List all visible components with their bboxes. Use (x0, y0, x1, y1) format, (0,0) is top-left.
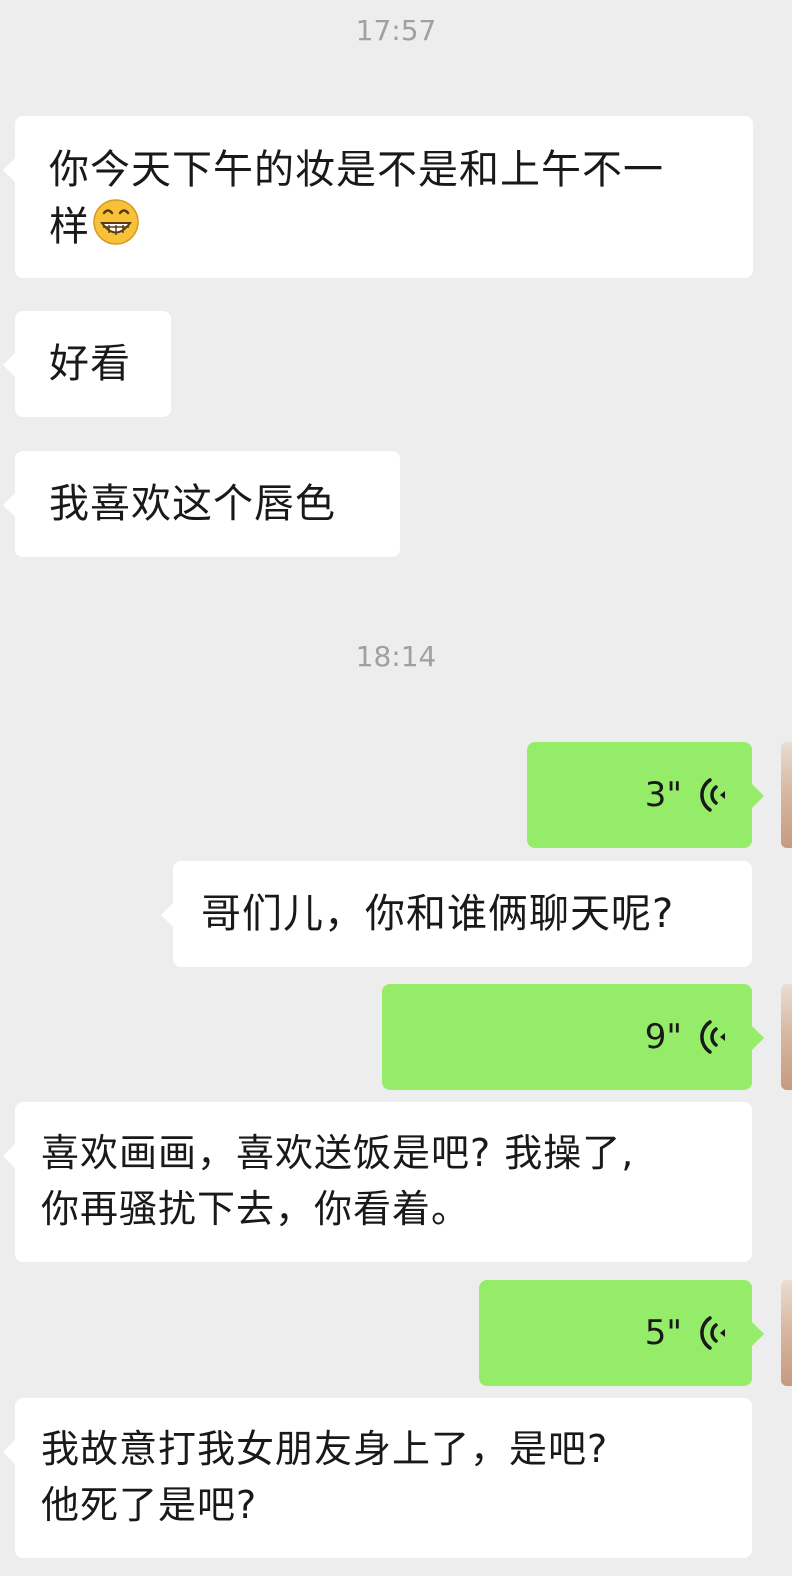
message-text: 好看 (49, 341, 131, 387)
voice-wave-icon (700, 1316, 725, 1350)
voice-duration: 9" (644, 1017, 682, 1057)
message-text: 我喜欢这个唇色 (49, 481, 336, 527)
outgoing-voice-message[interactable]: 5" (479, 1280, 764, 1386)
voice-message-content: 9" (382, 984, 752, 1090)
incoming-message-bubble[interactable]: 哥们儿，你和谁俩聊天呢? (161, 861, 752, 967)
voice-wave-icon (700, 778, 725, 812)
message-text-line: 你再骚扰下去，你看着。 (41, 1187, 471, 1231)
avatar[interactable] (781, 1280, 792, 1386)
voice-duration: 3" (644, 775, 682, 815)
message-text: 哥们儿，你和谁俩聊天呢? (201, 891, 675, 937)
incoming-message-bubble[interactable]: 我故意打我女朋友身上了，是吧? 他死了是吧? (3, 1398, 752, 1558)
incoming-message-bubble[interactable]: 我喜欢这个唇色 (3, 451, 400, 557)
avatar[interactable] (781, 984, 792, 1090)
voice-message-content: 5" (479, 1280, 752, 1386)
timestamp: 17:57 (355, 14, 437, 47)
message-text-line: 我故意打我女朋友身上了，是吧? (41, 1427, 609, 1471)
timestamp: 18:14 (355, 640, 437, 673)
incoming-message-bubble[interactable]: 好看 (3, 311, 171, 417)
incoming-message-bubble[interactable]: 你今天下午的妆是不是和上午不一 样 (3, 116, 753, 278)
voice-wave-icon (700, 1020, 725, 1054)
message-text: 样 (49, 204, 90, 250)
message-text-line: 样 (49, 198, 733, 255)
message-text-line: 他死了是吧? (41, 1483, 258, 1527)
incoming-message-bubble[interactable]: 喜欢画画，喜欢送饭是吧? 我操了, 你再骚扰下去，你看着。 (3, 1102, 752, 1262)
grinning-face-emoji (93, 199, 139, 245)
outgoing-voice-message[interactable]: 9" (382, 984, 764, 1090)
avatar[interactable] (781, 742, 792, 848)
voice-message-content: 3" (527, 742, 752, 848)
voice-duration: 5" (644, 1313, 682, 1353)
chat-window: 17:57 你今天下午的妆是不是和上午不一 样 好看 我喜欢这个唇色 18:14… (0, 0, 792, 1576)
message-text-line: 喜欢画画，喜欢送饭是吧? 我操了, (41, 1131, 635, 1175)
message-text-line: 你今天下午的妆是不是和上午不一 (49, 147, 664, 193)
outgoing-voice-message[interactable]: 3" (527, 742, 764, 848)
